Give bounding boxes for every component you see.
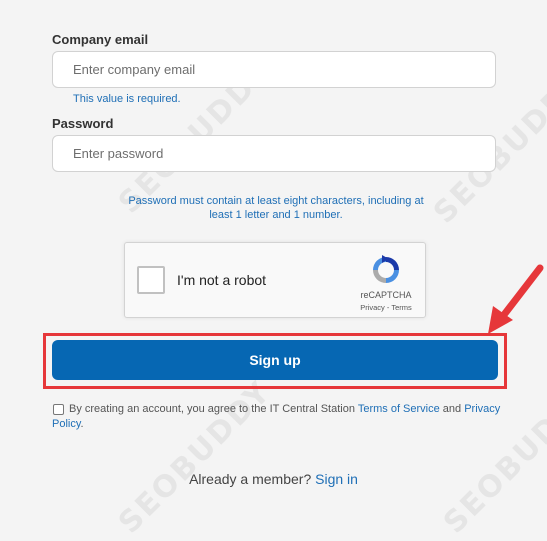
- recaptcha-logo-icon: [373, 255, 399, 283]
- password-label: Password: [52, 116, 114, 131]
- recaptcha-widget: I'm not a robot reCAPTCHA Privacy - Term…: [124, 242, 426, 318]
- email-label: Company email: [52, 32, 149, 47]
- signup-button[interactable]: Sign up: [52, 340, 498, 380]
- watermark: SEOBUDDY: [436, 374, 547, 541]
- recaptcha-label: I'm not a robot: [177, 272, 267, 288]
- terms-of-service-link[interactable]: Terms of Service: [358, 403, 440, 415]
- already-member-text: Already a member? Sign in: [189, 471, 358, 487]
- password-hint: Password must contain at least eight cha…: [128, 195, 424, 221]
- terms-text: By creating an account, you agree to the…: [52, 403, 501, 430]
- sign-in-link[interactable]: Sign in: [315, 471, 358, 487]
- email-field[interactable]: [52, 51, 496, 88]
- password-field[interactable]: [52, 135, 496, 172]
- recaptcha-brand: reCAPTCHA: [360, 290, 412, 300]
- email-error-message: This value is required.: [73, 93, 181, 105]
- recaptcha-privacy-terms[interactable]: Privacy - Terms: [345, 303, 427, 312]
- recaptcha-checkbox[interactable]: [137, 266, 165, 294]
- arrow-annotation-icon: [488, 264, 544, 334]
- watermark: SEOBUDDY: [111, 374, 279, 541]
